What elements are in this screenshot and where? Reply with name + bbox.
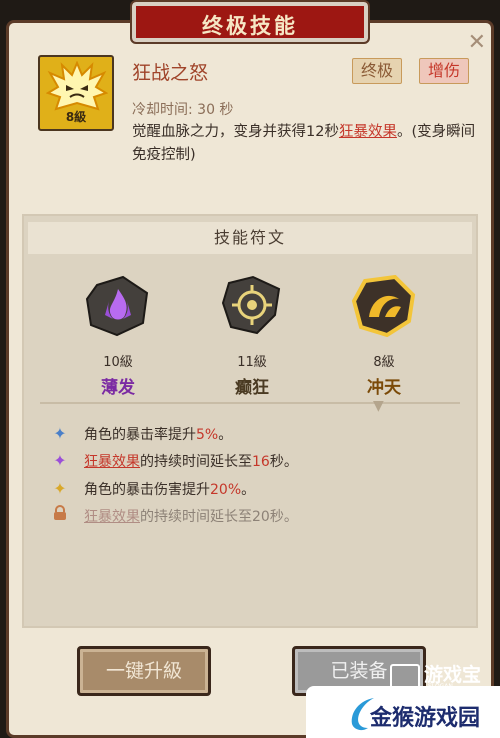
effect-row: ✦ 狂暴效果的持续时间延长至16秒。 [50, 449, 298, 473]
effect-row-locked: 狂暴效果的持续时间延长至20秒。 [50, 504, 298, 528]
wave-rune-icon [351, 274, 416, 338]
skill-icon: 8級 [38, 55, 114, 131]
yellow-diamond-icon: ✦ [53, 479, 67, 498]
tag-damage-boost: 增伤 [419, 58, 470, 84]
effect-text: 的持续时间延长至20秒。 [140, 509, 298, 525]
rune-level: 11級 [237, 355, 267, 370]
rune-header: 技能符文 [28, 222, 472, 254]
desc-text: 觉醒血脉之力，变身并获得12秒 [132, 124, 339, 140]
rune-level: 10級 [103, 355, 133, 370]
effect-value: 16 [252, 454, 270, 470]
effect-suffix: 。 [218, 427, 233, 443]
rune-name: 冲天 [367, 378, 401, 398]
lock-icon [50, 504, 70, 528]
rune-item-bofa[interactable]: 10級 薄发 [78, 275, 158, 398]
skill-name: 狂战之怒 [132, 62, 209, 84]
effect-text: 角色的暴击伤害提升 [84, 482, 210, 498]
dialog-title: 终极技能 [202, 14, 298, 38]
eye-rune-icon [221, 275, 281, 335]
effect-value: 20% [210, 482, 242, 498]
watermark-bottom: 金猴游戏园 [370, 705, 481, 731]
skill-description: 觉醒血脉之力，变身并获得12秒狂暴效果。(变身瞬间免疫控制) [132, 121, 477, 167]
close-icon[interactable]: ✕ [468, 32, 486, 54]
purple-diamond-icon: ✦ [53, 451, 67, 470]
rune-item-chongtian[interactable]: 8級 冲天 [344, 274, 424, 398]
effect-row: ✦ 角色的暴击率提升5%。 [50, 422, 232, 446]
rune-level: 8級 [373, 355, 395, 370]
rune-name: 癫狂 [235, 378, 269, 398]
purple-flame-rune-icon [85, 275, 149, 337]
berserk-effect-link[interactable]: 狂暴效果 [84, 509, 140, 525]
effect-suffix: 秒。 [269, 454, 298, 470]
title-banner: 终极技能 [130, 0, 370, 44]
effect-suffix: 。 [241, 482, 256, 498]
one-click-upgrade-button[interactable]: 一键升級 [77, 646, 211, 696]
effect-value: 5% [196, 427, 219, 443]
effect-row: ✦ 角色的暴击伤害提升20%。 [50, 477, 255, 501]
divider [40, 402, 460, 404]
skill-level: 8級 [65, 110, 87, 124]
effect-text: 的持续时间延长至 [140, 454, 252, 470]
blue-diamond-icon: ✦ [53, 424, 67, 443]
tag-ultimate: 终极 [352, 58, 403, 84]
rune-name: 薄发 [101, 378, 135, 398]
berserk-effect-link[interactable]: 狂暴效果 [339, 124, 397, 140]
rune-item-diankuang[interactable]: 11級 癫狂 [212, 275, 292, 398]
rage-face-icon [46, 61, 108, 111]
cooldown-text: 冷却时间: 30 秒 [132, 102, 234, 118]
chevron-down-icon: ▼ [373, 398, 384, 414]
effect-text: 角色的暴击率提升 [84, 427, 196, 443]
berserk-effect-link[interactable]: 狂暴效果 [84, 454, 140, 470]
